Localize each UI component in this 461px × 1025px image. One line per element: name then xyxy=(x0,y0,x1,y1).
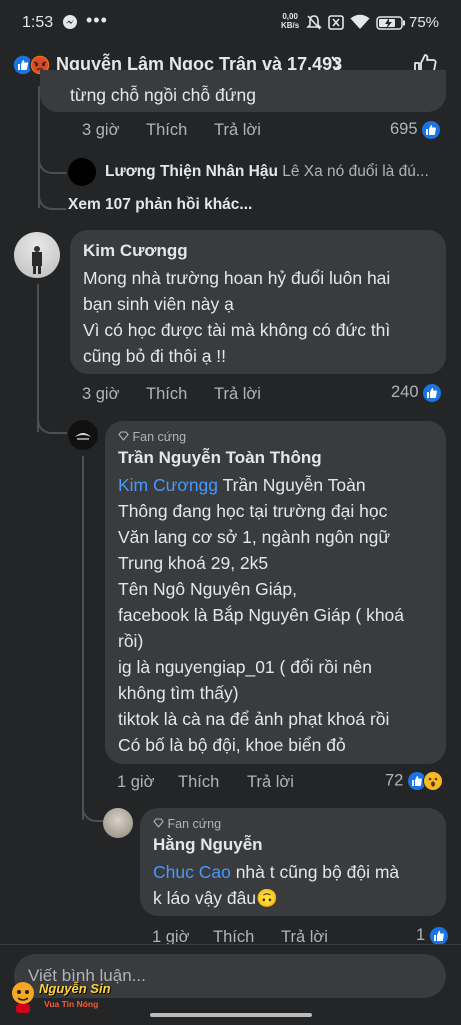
prev-comment-bubble[interactable]: từng chỗ ngồi chỗ đứng xyxy=(40,70,446,112)
comment-reactions[interactable]: 72 xyxy=(385,771,443,791)
comment-time: 1 giờ xyxy=(117,773,155,791)
like-badge-icon xyxy=(422,120,441,139)
comment-author-name: Kim Cươngg xyxy=(83,241,188,260)
comment-line: Trung khoá 29, 2k5 xyxy=(118,553,269,573)
prev-comment-like-button[interactable]: Thích xyxy=(146,121,187,140)
reply-preview-name: Lương Thiện Nhân Hậu xyxy=(105,163,278,180)
more-replies-link[interactable]: Xem 107 phản hồi khác... xyxy=(68,196,252,214)
mention-link[interactable]: Kim Cươngg xyxy=(118,475,218,495)
comment-line: Vì có học được tài mà không có đức thì xyxy=(83,320,391,340)
comment-reaction-count: 72 xyxy=(385,771,404,790)
comment-text: Trần Nguyễn Toàn xyxy=(218,475,366,495)
avatar[interactable] xyxy=(68,158,96,186)
fan-badge: Fan cứng xyxy=(118,430,186,444)
comment-line: cũng bỏ đi thôi ạ !! xyxy=(83,346,227,366)
prev-comment-text: từng chỗ ngồi chỗ đứng xyxy=(70,85,256,105)
comment-line: Kim Cươngg Trần Nguyễn Toàn xyxy=(118,472,443,498)
watermark-logo: Nguyễn Sin Vua Tin Nóng xyxy=(8,976,118,1020)
battery-icon xyxy=(376,16,406,34)
comment-line: Chuc Cao nhà t cũng bộ đội mà xyxy=(153,859,443,885)
reply-connector xyxy=(82,798,104,822)
diamond-icon xyxy=(118,430,129,444)
fan-badge-label: Fan cứng xyxy=(167,817,222,831)
wow-badge-icon xyxy=(422,771,443,791)
comment-bubble-hang-nguyen[interactable]: Fan cứng Hằng Nguyễn Chuc Cao nhà t cũng… xyxy=(140,808,446,916)
comment-like-button[interactable]: Thích xyxy=(146,385,187,404)
comment-reply-button[interactable]: Trả lời xyxy=(214,385,261,404)
fan-badge: Fan cứng xyxy=(153,817,221,831)
diamond-icon xyxy=(153,817,164,831)
comment-line: tiktok là cà na để ảnh phạt khoá rồi xyxy=(118,709,390,729)
comment-reactions[interactable]: 240 xyxy=(391,383,442,402)
prev-comment-reactions[interactable]: 695 xyxy=(390,120,441,139)
reply-connector xyxy=(38,188,66,210)
comment-line: k láo vậy đâu🙃 xyxy=(153,888,278,908)
comment-line: ig là nguyengiap_01 ( đổi rồi nên xyxy=(118,657,372,677)
comment-reactions[interactable]: 1 xyxy=(416,926,448,945)
prev-comment-time: 3 giờ xyxy=(82,121,120,139)
comment-author-name: Trần Nguyễn Toàn Thông xyxy=(118,448,322,467)
comment-line: rồi) xyxy=(118,631,144,651)
mute-icon xyxy=(306,14,322,35)
comment-body: Kim Cươngg Trần Nguyễn Toàn Thông đang h… xyxy=(118,472,443,758)
comment-bubble-kim-cuongg[interactable]: Kim Cươngg Mong nhà trường hoan hỷ đuổi … xyxy=(70,230,446,374)
reply-preview[interactable]: Lương Thiện Nhân Hậu Lê Xa nó đuổi là đú… xyxy=(105,163,455,181)
reply-connector xyxy=(38,150,66,174)
avatar[interactable] xyxy=(103,808,133,838)
net-speed-value: 0,00 xyxy=(282,12,298,21)
watermark-subtitle: Vua Tin Nóng xyxy=(44,999,99,1009)
comment-author-name: Hằng Nguyễn xyxy=(153,835,263,854)
status-bar: 1:53 ••• 0,00 KB/s 75% xyxy=(0,0,461,46)
mention-link[interactable]: Chuc Cao xyxy=(153,862,231,882)
comment-line: Thông đang học tại trường đại học xyxy=(118,501,388,521)
avatar[interactable] xyxy=(68,420,98,450)
comment-bubble-tran-nguyen-toan-thong[interactable]: Fan cứng Trần Nguyễn Toàn Thông Kim Cươn… xyxy=(105,421,446,764)
net-speed-unit: KB/s xyxy=(281,21,300,30)
comment-line: không tìm thấy) xyxy=(118,683,239,703)
comment-line: Văn lang cơ sở 1, ngành ngôn ngữ xyxy=(118,527,391,547)
fan-badge-label: Fan cứng xyxy=(132,430,187,444)
comment-line: bạn sinh viên này ạ xyxy=(83,294,234,314)
comment-reaction-count: 240 xyxy=(391,383,419,401)
comment-like-button[interactable]: Thích xyxy=(178,773,219,792)
status-time: 1:53 xyxy=(22,14,54,31)
no-sim-icon xyxy=(328,15,344,34)
messenger-icon xyxy=(62,14,78,34)
comment-body: Chuc Cao nhà t cũng bộ đội mà k láo vậy … xyxy=(153,859,443,911)
net-speed: 0,00 KB/s xyxy=(281,12,299,30)
like-badge-icon xyxy=(423,383,442,402)
comment-reaction-count: 1 xyxy=(416,926,426,944)
reply-preview-text: Lê Xa nó đuổi là đú... xyxy=(282,163,429,180)
home-indicator[interactable] xyxy=(150,1013,312,1017)
wifi-icon xyxy=(350,14,370,34)
prev-comment-reply-button[interactable]: Trả lời xyxy=(214,121,261,140)
watermark-title: Nguyễn Sin xyxy=(39,981,111,996)
comment-line: facebook là Bắp Nguyên Giáp ( khoá xyxy=(118,605,405,625)
like-badge-icon xyxy=(429,926,448,945)
comment-reply-button[interactable]: Trả lời xyxy=(247,773,294,792)
comment-time: 3 giờ xyxy=(82,385,120,403)
comment-text: nhà t cũng bộ đội mà xyxy=(230,862,400,882)
reply-connector xyxy=(37,410,67,434)
more-dots-icon: ••• xyxy=(86,10,108,30)
avatar[interactable] xyxy=(14,232,60,278)
comment-line: Có bố là bộ đội, khoe biển đỏ xyxy=(118,735,346,755)
comment-line: Tên Ngô Nguyên Giáp, xyxy=(118,579,297,599)
comment-line: Mong nhà trường hoan hỷ đuổi luôn hai xyxy=(83,268,391,288)
thread-line xyxy=(82,456,84,820)
comment-body: Mong nhà trường hoan hỷ đuổi luôn hai bạ… xyxy=(83,265,390,369)
prev-comment-reaction-count: 695 xyxy=(390,120,418,138)
battery-percent: 75% xyxy=(409,14,440,31)
mascot-icon xyxy=(12,982,34,1013)
